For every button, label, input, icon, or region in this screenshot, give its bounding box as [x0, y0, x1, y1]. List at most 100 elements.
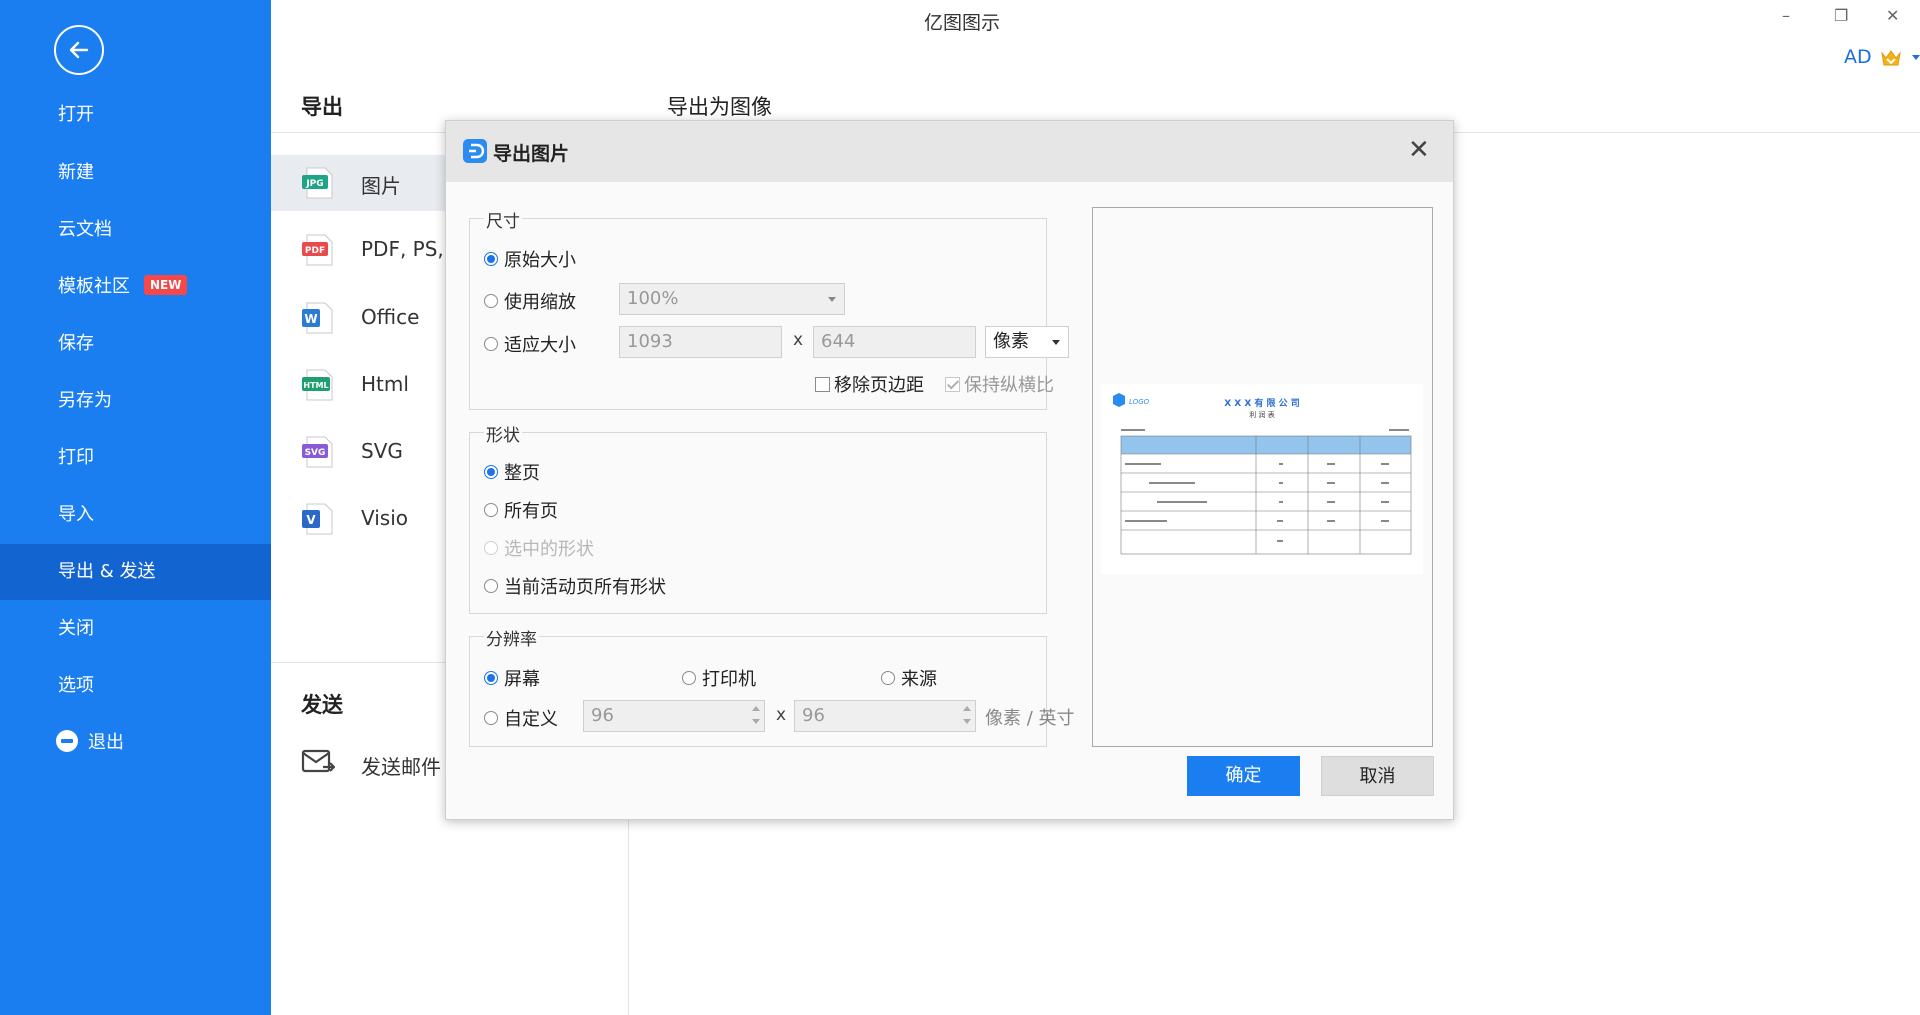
radio-label: 来源	[901, 669, 937, 690]
svg-text:JPG: JPG	[305, 179, 323, 189]
minimize-button[interactable]: –	[1782, 6, 1790, 25]
sidebar-item-save[interactable]: 保存	[0, 316, 271, 372]
radio-icon	[484, 503, 498, 517]
radio-label: 选中的形状	[504, 539, 594, 560]
remove-margin-checkbox[interactable]: 移除页边距	[815, 371, 924, 397]
selected-shapes-radio[interactable]: 选中的形状	[484, 535, 594, 561]
dpi-y-input[interactable]: 96	[794, 700, 976, 732]
sidebar-item-import[interactable]: 导入	[0, 487, 271, 543]
vip-crown-icon	[1880, 49, 1901, 65]
chevron-down-icon	[828, 297, 836, 302]
export-image-dialog: 导出图片 ✕ 尺寸 原始大小 使用缩放 100% 适应大小 1093 x 644…	[445, 120, 1454, 820]
x-separator: x	[793, 330, 804, 350]
sidebar-item-exit[interactable]: 退出	[0, 715, 271, 771]
radio-icon	[682, 671, 696, 685]
x-separator: x	[776, 705, 787, 725]
sidebar-item-save-as[interactable]: 另存为	[0, 373, 271, 429]
checkbox-label: 保持纵横比	[964, 375, 1054, 396]
sidebar-item-label: 导入	[58, 504, 94, 525]
format-label: Html	[361, 372, 409, 396]
sidebar-item-close[interactable]: 关闭	[0, 601, 271, 657]
restore-button[interactable]: ❐	[1834, 6, 1848, 25]
svg-text:W: W	[304, 312, 317, 326]
app-logo-icon	[463, 139, 487, 163]
sidebar-item-label: 选项	[58, 675, 94, 696]
screen-radio[interactable]: 屏幕	[484, 665, 540, 691]
mail-send-icon	[301, 749, 335, 773]
send-email-label: 发送邮件	[361, 755, 441, 779]
sidebar-item-label: 另存为	[58, 390, 112, 411]
width-input[interactable]: 1093	[619, 326, 782, 358]
sidebar-item-options[interactable]: 选项	[0, 658, 271, 714]
sidebar-item-label: 云文档	[58, 219, 112, 240]
app-title: 亿图图示	[924, 12, 1001, 34]
sidebar-item-open[interactable]: 打开	[0, 87, 271, 143]
user-menu[interactable]: AD	[1844, 46, 1920, 68]
radio-label: 打印机	[702, 669, 756, 690]
radio-label: 所有页	[504, 501, 558, 522]
shape-legend: 形状	[484, 421, 522, 446]
sidebar-item-template-community[interactable]: 模板社区 NEW	[0, 259, 271, 315]
scale-select[interactable]: 100%	[619, 283, 845, 315]
radio-checked-icon	[484, 465, 498, 479]
sidebar-item-export-send[interactable]: 导出 & 发送	[0, 544, 271, 600]
spinner-arrows-icon[interactable]	[751, 704, 760, 728]
fit-size-radio[interactable]: 适应大小	[484, 331, 576, 357]
radio-icon	[484, 541, 498, 555]
unit-select[interactable]: 像素	[985, 326, 1069, 358]
original-size-radio[interactable]: 原始大小	[484, 246, 576, 272]
keep-ratio-checkbox[interactable]: 保持纵横比	[945, 371, 1054, 397]
dpi-unit-label: 像素 / 英寸	[985, 708, 1075, 729]
radio-label: 使用缩放	[504, 292, 576, 313]
sidebar-item-label: 关闭	[58, 618, 94, 639]
back-button[interactable]	[54, 25, 104, 75]
cancel-button[interactable]: 取消	[1321, 756, 1434, 796]
custom-radio[interactable]: 自定义	[484, 705, 558, 731]
size-legend: 尺寸	[484, 207, 522, 232]
resolution-group: 分辨率 屏幕 打印机 来源 自定义 96 x 96 像素 / 英寸	[469, 625, 1075, 747]
all-pages-radio[interactable]: 所有页	[484, 497, 558, 523]
dpi-y-value: 96	[802, 705, 825, 726]
size-group: 尺寸 原始大小 使用缩放 100% 适应大小 1093 x 644 像素 移除页…	[469, 207, 1069, 410]
sidebar-item-cloud-docs[interactable]: 云文档	[0, 202, 271, 258]
radio-icon	[484, 294, 498, 308]
printer-radio[interactable]: 打印机	[682, 665, 756, 691]
radio-label: 自定义	[504, 709, 558, 730]
ok-button[interactable]: 确定	[1187, 756, 1300, 796]
shape-group: 形状 整页 所有页 选中的形状 当前活动页所有形状	[469, 421, 1047, 614]
radio-icon	[484, 579, 498, 593]
sidebar-item-label: 新建	[58, 162, 94, 183]
close-window-button[interactable]: ✕	[1886, 6, 1899, 25]
dialog-header: 导出图片 ✕	[446, 121, 1453, 182]
chevron-down-icon	[1052, 340, 1060, 345]
checkbox-label: 移除页边距	[834, 375, 924, 396]
format-label: SVG	[361, 439, 403, 463]
spinner-arrows-icon[interactable]	[962, 704, 971, 728]
format-label: PDF, PS,	[361, 237, 444, 261]
source-radio[interactable]: 来源	[881, 665, 937, 691]
new-badge: NEW	[144, 275, 188, 295]
send-section-title: 发送	[301, 693, 343, 717]
height-input[interactable]: 644	[813, 326, 976, 358]
sidebar-item-label: 导出 & 发送	[58, 561, 156, 582]
preview-company-name: X X X 有 限 公 司	[1224, 397, 1300, 409]
visio-file-icon: V	[302, 503, 333, 535]
html-file-icon: HTML	[302, 369, 333, 401]
sidebar-item-label: 退出	[88, 732, 124, 753]
use-scale-radio[interactable]: 使用缩放	[484, 288, 576, 314]
radio-label: 整页	[504, 463, 540, 484]
backstage-sidebar: 打开 新建 云文档 模板社区 NEW 保存 另存为 打印 导入 导出 & 发送 关…	[0, 0, 271, 1015]
close-icon[interactable]: ✕	[1408, 137, 1430, 163]
sidebar-item-new[interactable]: 新建	[0, 145, 271, 201]
current-page-shapes-radio[interactable]: 当前活动页所有形状	[484, 573, 666, 599]
radio-checked-icon	[484, 252, 498, 266]
radio-checked-icon	[484, 671, 498, 685]
radio-icon	[484, 711, 498, 725]
radio-label: 原始大小	[504, 250, 576, 271]
whole-page-radio[interactable]: 整页	[484, 459, 540, 485]
scale-value: 100%	[627, 288, 679, 309]
sidebar-item-label: 打印	[58, 447, 94, 468]
sidebar-item-print[interactable]: 打印	[0, 430, 271, 486]
preview-page-thumbnail: LOGO X X X 有 限 公 司 利 润 表	[1101, 384, 1423, 574]
dpi-x-input[interactable]: 96	[583, 700, 765, 732]
